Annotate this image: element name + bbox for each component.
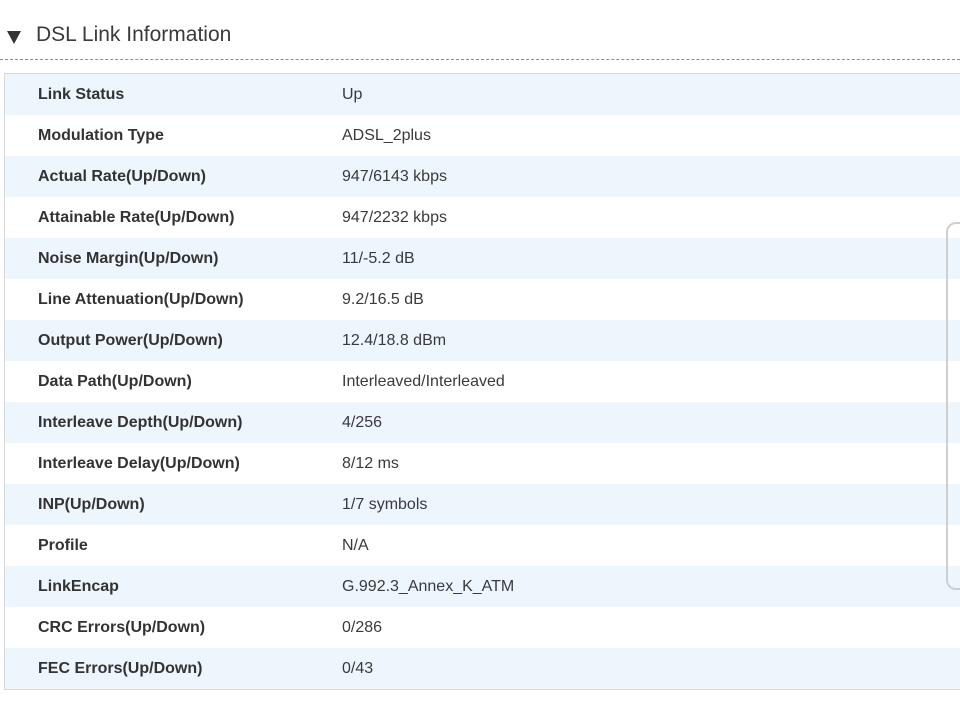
table-row: Interleave Depth(Up/Down) 4/256 [5,402,960,443]
row-value: 8/12 ms [342,454,399,472]
row-label: Line Attenuation(Up/Down) [38,290,244,308]
row-value: 4/256 [342,413,383,431]
row-value: ADSL_2plus [342,126,431,144]
row-value: Interleaved/Interleaved [342,372,505,390]
triangle-down-icon[interactable] [7,31,21,44]
row-value: 1/7 symbols [342,495,428,513]
table-row: Actual Rate(Up/Down) 947/6143 kbps [5,156,960,197]
table-row: Interleave Delay(Up/Down) 8/12 ms [5,443,960,484]
table-row: Attainable Rate(Up/Down) 947/2232 kbps [5,197,960,238]
table-row: Output Power(Up/Down) 12.4/18.8 dBm [5,320,960,361]
table-row: Modulation Type ADSL_2plus [5,115,960,156]
section-header: DSL Link Information [0,0,960,60]
row-value: N/A [342,536,369,554]
row-value: 11/-5.2 dB [342,249,415,267]
table-row: INP(Up/Down) 1/7 symbols [5,484,960,525]
table-row: Profile N/A [5,525,960,566]
table-row: Link Status Up [5,74,960,115]
row-label: Actual Rate(Up/Down) [38,167,206,185]
table-row: Noise Margin(Up/Down) 11/-5.2 dB [5,238,960,279]
row-value: 9.2/16.5 dB [342,290,424,308]
row-value: 0/43 [342,659,374,677]
table-row: CRC Errors(Up/Down) 0/286 [5,607,960,648]
row-label: CRC Errors(Up/Down) [38,618,206,636]
table-row: Line Attenuation(Up/Down) 9.2/16.5 dB [5,279,960,320]
row-value: 12.4/18.8 dBm [342,331,447,349]
side-panel-edge [946,222,960,590]
row-value: 947/6143 kbps [342,167,447,185]
table-row: LinkEncap G.992.3_Annex_K_ATM [5,566,960,607]
row-label: Output Power(Up/Down) [38,331,223,349]
row-label: Data Path(Up/Down) [38,372,192,390]
row-label: Interleave Depth(Up/Down) [38,413,243,431]
row-label: LinkEncap [38,577,119,595]
table-row: FEC Errors(Up/Down) 0/43 [5,648,960,689]
row-label: Modulation Type [38,126,164,144]
row-label: Link Status [38,85,125,103]
row-label: INP(Up/Down) [38,495,145,513]
row-value: G.992.3_Annex_K_ATM [342,577,515,595]
section-title[interactable]: DSL Link Information [36,21,231,49]
row-label: Attainable Rate(Up/Down) [38,208,235,226]
row-label: Noise Margin(Up/Down) [38,249,219,267]
row-value: 947/2232 kbps [342,208,447,226]
row-label: FEC Errors(Up/Down) [38,659,203,677]
row-value: 0/286 [342,618,383,636]
row-value: Up [342,85,363,103]
dsl-info-table: Link Status Up Modulation Type ADSL_2plus Ac… [4,73,960,690]
table-row: Data Path(Up/Down) Interleaved/Interleave… [5,361,960,402]
row-label: Profile [38,536,88,554]
row-label: Interleave Delay(Up/Down) [38,454,240,472]
